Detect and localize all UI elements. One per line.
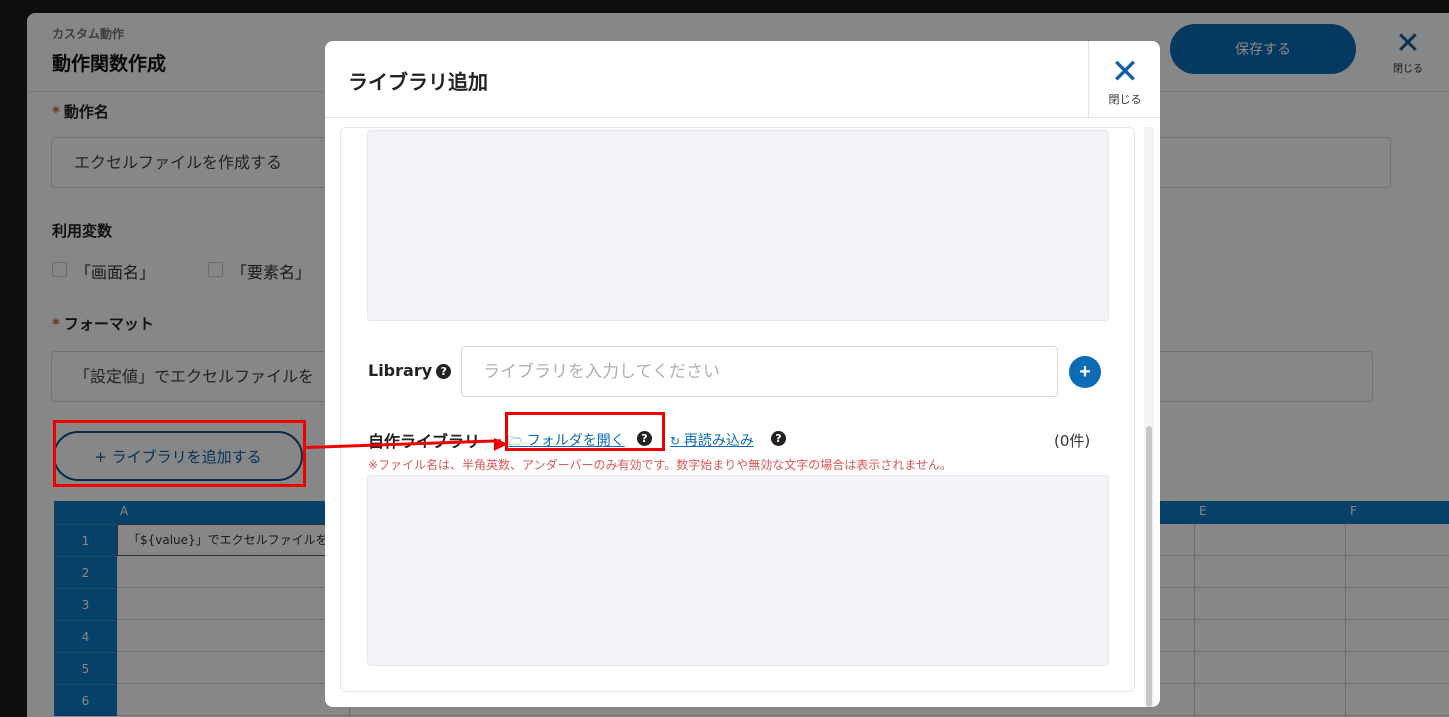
help-icon[interactable]: ? (771, 431, 786, 446)
filename-warning: ※ファイル名は、半角英数、アンダーバーのみ有効です。数字始まりや無効な文字の場合… (368, 458, 952, 472)
reload-link[interactable]: ↻ 再読み込み (670, 430, 754, 450)
modal-header-divider (325, 117, 1160, 118)
highlight-add-library (53, 420, 306, 487)
own-library-list-area (367, 475, 1109, 666)
close-icon: ✕ (1110, 52, 1140, 92)
library-count: (0件) (1054, 432, 1091, 450)
library-label: Library (368, 361, 433, 380)
add-library-modal: ライブラリ追加 ✕ 閉じる Library? + 自作ライブラリ 🗁 フォルダを… (325, 41, 1160, 707)
reload-label: 再読み込み (683, 433, 754, 449)
annotation-arrowhead (494, 438, 508, 451)
modal-close-button[interactable]: ✕ 閉じる (1088, 41, 1160, 117)
library-input[interactable] (461, 346, 1058, 397)
modal-scrollbar-thumb[interactable] (1146, 426, 1152, 707)
modal-close-label: 閉じる (1108, 93, 1142, 106)
add-library-plus-button[interactable]: + (1069, 356, 1101, 388)
help-icon[interactable]: ? (436, 364, 452, 379)
highlight-open-folder (505, 412, 665, 451)
modal-title: ライブラリ追加 (348, 70, 488, 94)
library-list-area (367, 130, 1109, 321)
reload-icon: ↻ (670, 434, 684, 448)
library-label-row: Library? (368, 361, 452, 380)
